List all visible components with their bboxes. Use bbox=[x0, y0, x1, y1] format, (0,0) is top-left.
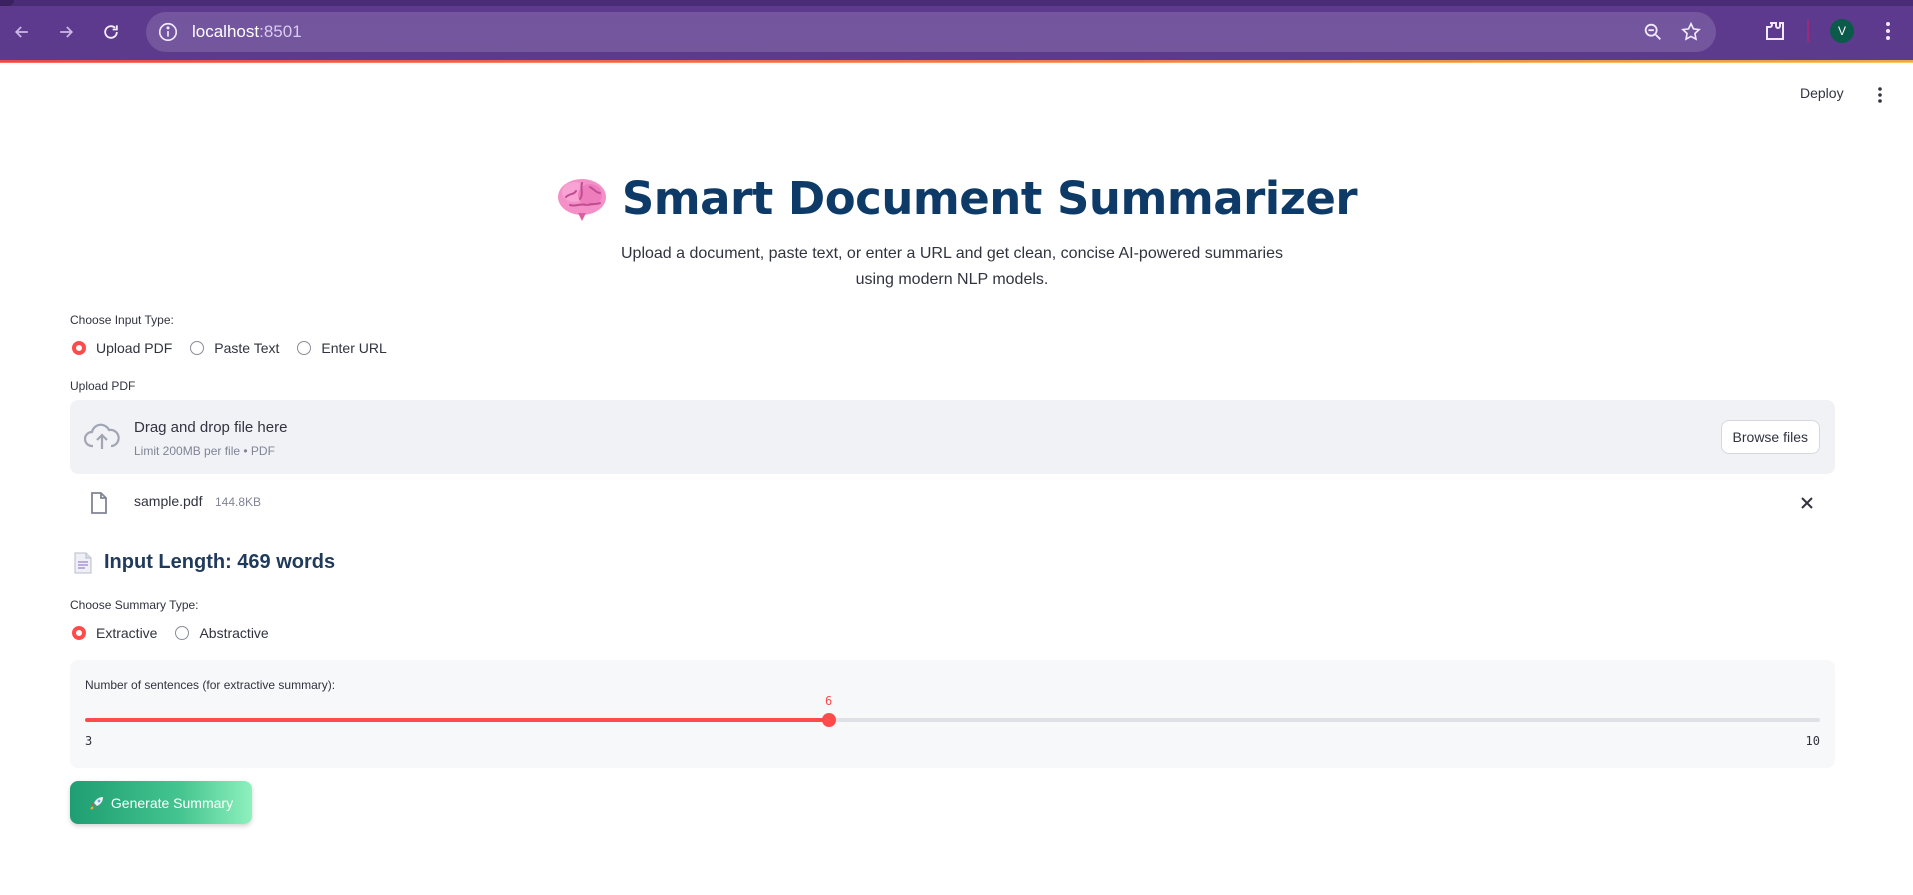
slider-thumb[interactable] bbox=[821, 713, 836, 727]
page-title: Smart Document Summarizer bbox=[621, 172, 1358, 225]
browser-toolbar: localhost:8501 V bbox=[0, 0, 1913, 63]
radio-label: Upload PDF bbox=[96, 340, 173, 356]
dropzone-limit: Limit 200MB per file • PDF bbox=[134, 444, 275, 458]
radio-label: Enter URL bbox=[321, 340, 387, 356]
input-type-radio-group: Upload PDF Paste Text Enter URL bbox=[72, 340, 405, 356]
title-block: Smart Document Summarizer bbox=[0, 172, 1913, 228]
dropzone-title: Drag and drop file here bbox=[134, 419, 288, 436]
page-title-row: Smart Document Summarizer bbox=[556, 172, 1358, 225]
radio-dot-selected[interactable] bbox=[72, 341, 86, 355]
toolbar-divider bbox=[1807, 20, 1809, 42]
radio-dot[interactable] bbox=[190, 341, 205, 355]
sentence-slider-container: Number of sentences (for extractive summ… bbox=[70, 660, 1835, 768]
url-port: :8501 bbox=[259, 22, 302, 41]
cloud-upload-icon bbox=[84, 423, 120, 449]
page-subtitle: Upload a document, paste text, or enter … bbox=[621, 245, 1283, 288]
slider-label: Number of sentences (for extractive summ… bbox=[85, 678, 336, 692]
url-text[interactable]: localhost:8501 bbox=[192, 22, 302, 42]
browser-menu-icon[interactable] bbox=[1876, 19, 1900, 43]
file-dropzone[interactable]: Drag and drop file here Limit 200MB per … bbox=[70, 400, 1835, 474]
slider-fill bbox=[85, 718, 829, 722]
summary-type-label: Choose Summary Type: bbox=[70, 598, 199, 612]
forward-icon[interactable] bbox=[52, 18, 80, 46]
radio-dot[interactable] bbox=[175, 626, 190, 640]
radio-paste-text[interactable]: Paste Text bbox=[190, 340, 279, 356]
browse-files-button[interactable]: Browse files bbox=[1720, 420, 1820, 454]
radio-dot-selected[interactable] bbox=[72, 626, 86, 640]
radio-upload-pdf[interactable]: Upload PDF bbox=[72, 340, 172, 356]
generate-summary-label: Generate Summary bbox=[110, 794, 234, 811]
extensions-icon[interactable] bbox=[1763, 19, 1787, 43]
slider-track[interactable]: 6 bbox=[85, 694, 1820, 727]
file-icon bbox=[91, 492, 107, 514]
radio-label: Paste Text bbox=[214, 340, 280, 356]
radio-dot[interactable] bbox=[297, 341, 312, 355]
page-icon bbox=[74, 552, 92, 573]
url-host: localhost bbox=[192, 22, 260, 41]
zoom-icon[interactable] bbox=[1642, 21, 1664, 43]
site-info-icon[interactable] bbox=[157, 21, 179, 43]
tab-strip bbox=[0, 0, 1913, 6]
brain-icon bbox=[557, 178, 606, 221]
slider-max-label: 10 bbox=[1805, 734, 1820, 748]
radio-label: Extractive bbox=[96, 625, 158, 641]
generate-summary-button[interactable]: Generate Summary bbox=[70, 781, 252, 824]
deploy-button[interactable]: Deploy bbox=[1800, 85, 1844, 101]
bookmark-star-icon[interactable] bbox=[1680, 21, 1702, 43]
reload-icon[interactable] bbox=[97, 18, 125, 46]
summary-type-radio-group: Extractive Abstractive bbox=[72, 625, 287, 641]
slider-value: 6 bbox=[824, 694, 833, 708]
input-length-heading: Input Length: 469 words bbox=[74, 551, 335, 574]
input-length-text: Input Length: 469 words bbox=[104, 551, 336, 573]
radio-label: Abstractive bbox=[199, 625, 269, 641]
app-menu-icon[interactable] bbox=[1872, 84, 1888, 106]
slider-min-label: 3 bbox=[85, 734, 93, 748]
back-icon[interactable] bbox=[8, 18, 36, 46]
rocket-icon bbox=[90, 796, 103, 810]
streamlit-decoration-bar bbox=[0, 60, 1913, 63]
input-type-label: Choose Input Type: bbox=[70, 313, 174, 327]
profile-avatar[interactable]: V bbox=[1830, 19, 1854, 43]
file-name: sample.pdf bbox=[134, 493, 203, 509]
radio-enter-url[interactable]: Enter URL bbox=[297, 340, 387, 356]
radio-extractive[interactable]: Extractive bbox=[72, 625, 157, 641]
radio-abstractive[interactable]: Abstractive bbox=[175, 625, 269, 641]
address-bar[interactable]: localhost:8501 bbox=[146, 12, 1716, 52]
uploaded-file-row: sample.pdf 144.8KB bbox=[70, 488, 1835, 518]
remove-file-icon[interactable] bbox=[1799, 495, 1815, 511]
profile-initial: V bbox=[1837, 24, 1846, 38]
file-size: 144.8KB bbox=[215, 495, 262, 509]
upload-label: Upload PDF bbox=[70, 379, 136, 393]
